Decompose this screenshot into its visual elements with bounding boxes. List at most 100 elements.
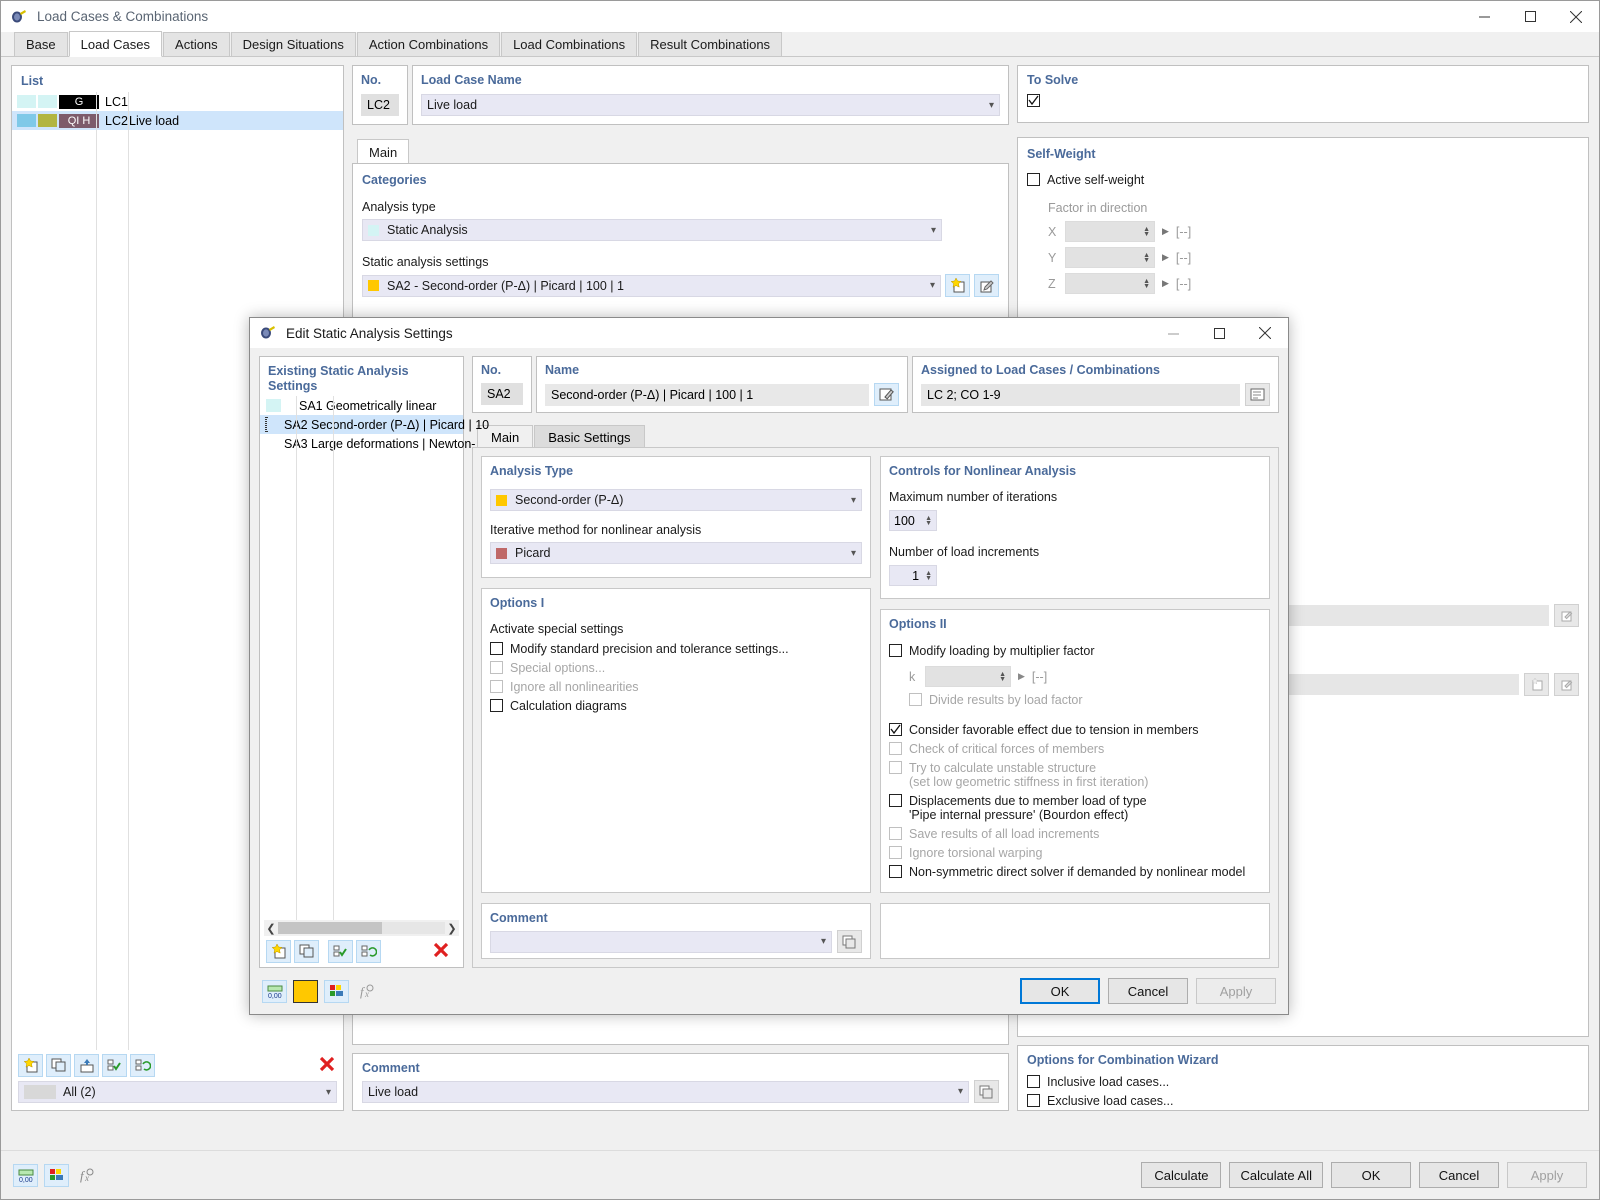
self-weight-x-input[interactable]: ▲▼ <box>1065 221 1155 242</box>
comment-combo[interactable]: Live load ▾ <box>362 1081 969 1103</box>
list-item-swatch <box>266 399 281 412</box>
calculate-all-button[interactable]: Calculate All <box>1229 1162 1323 1188</box>
comment-library-icon[interactable] <box>837 930 862 953</box>
self-weight-y-input[interactable]: ▲▼ <box>1065 247 1155 268</box>
list-item[interactable]: SA3 Large deformations | Newton- <box>260 434 463 453</box>
refresh-selection-icon[interactable] <box>356 940 381 963</box>
calculation-diagrams-checkbox[interactable] <box>490 699 503 712</box>
tab-load-combinations[interactable]: Load Combinations <box>501 32 637 56</box>
rename-setting-icon[interactable] <box>874 383 899 406</box>
delete-setting-icon[interactable] <box>431 940 451 963</box>
setting-name-panel: Name Second-order (P-Δ) | Picard | 100 |… <box>536 356 908 413</box>
k-label: k <box>909 670 918 684</box>
static-settings-swatch <box>368 280 379 291</box>
k-input: ▲▼ <box>925 666 1011 687</box>
tab-base[interactable]: Base <box>14 32 68 56</box>
list-filter-combo[interactable]: All (2) ▾ <box>18 1081 337 1103</box>
tab-result-combinations[interactable]: Result Combinations <box>638 32 782 56</box>
tab-action-combinations[interactable]: Action Combinations <box>357 32 500 56</box>
copy-setting-icon[interactable] <box>294 940 319 963</box>
refresh-selection-icon[interactable] <box>130 1054 155 1077</box>
existing-settings-list[interactable]: SA1 Geometrically linear SA2 Second-orde… <box>260 396 463 920</box>
obscured-edit-icon-2[interactable] <box>1554 673 1579 696</box>
option-row[interactable]: Modify standard precision and tolerance … <box>490 642 862 656</box>
obscured-new-icon-2[interactable] <box>1524 673 1549 696</box>
k-unit: [--] <box>1032 670 1047 684</box>
tab-design-situations[interactable]: Design Situations <box>231 32 356 56</box>
list-item[interactable]: SA2 Second-order (P-Δ) | Picard | 10 <box>260 415 463 434</box>
tab-main[interactable]: Main <box>357 139 409 165</box>
load-case-name-combo[interactable]: Live load ▾ <box>421 94 1000 116</box>
iterative-method-combo[interactable]: Picard ▾ <box>490 542 862 564</box>
self-weight-z-input[interactable]: ▲▼ <box>1065 273 1155 294</box>
new-static-settings-icon[interactable] <box>945 274 970 297</box>
obscured-edit-icon-1[interactable] <box>1554 604 1579 627</box>
combination-wizard-title: Options for Combination Wizard <box>1027 1053 1579 1067</box>
new-load-case-icon[interactable] <box>18 1054 43 1077</box>
delete-load-case-icon[interactable] <box>317 1054 337 1077</box>
formula-icon[interactable]: fx <box>75 1164 100 1187</box>
cancel-button[interactable]: Cancel <box>1419 1162 1499 1188</box>
select-all-icon[interactable] <box>102 1054 127 1077</box>
option-row[interactable]: Modify loading by multiplier factor <box>889 644 1261 658</box>
svg-text:x: x <box>84 1173 89 1183</box>
max-iterations-input[interactable]: 100 ▲▼ <box>889 510 937 531</box>
non-symmetric-solver-checkbox[interactable] <box>889 865 902 878</box>
dialog-ok-button[interactable]: OK <box>1020 978 1100 1004</box>
calculate-button[interactable]: Calculate <box>1141 1162 1221 1188</box>
tab-actions[interactable]: Actions <box>163 32 230 56</box>
dialog-analysis-type-combo[interactable]: Second-order (P-Δ) ▾ <box>490 489 862 511</box>
import-load-case-icon[interactable] <box>74 1054 99 1077</box>
option-row[interactable]: Consider favorable effect due to tension… <box>889 723 1261 737</box>
scroll-left-icon[interactable]: ❮ <box>264 922 278 935</box>
chevron-down-icon: ▾ <box>326 1087 331 1098</box>
exclusive-load-cases-checkbox[interactable] <box>1027 1094 1040 1107</box>
option-row[interactable]: Displacements due to member load of type… <box>889 794 1261 822</box>
list-item[interactable]: SA1 Geometrically linear <box>260 396 463 415</box>
static-settings-label: Static analysis settings <box>362 255 999 269</box>
option-row[interactable]: Calculation diagrams <box>490 699 862 713</box>
dialog-tab-basic-settings[interactable]: Basic Settings <box>534 425 644 448</box>
scroll-right-icon[interactable]: ❯ <box>445 922 459 935</box>
load-increments-input[interactable]: 1 ▲▼ <box>889 565 937 586</box>
analysis-type-combo[interactable]: Static Analysis ▾ <box>362 219 942 241</box>
setting-name-value[interactable]: Second-order (P-Δ) | Picard | 100 | 1 <box>545 384 869 406</box>
inclusive-load-cases-checkbox[interactable] <box>1027 1075 1040 1088</box>
setting-no-label: No. <box>481 363 523 377</box>
new-setting-icon[interactable] <box>266 940 291 963</box>
ignore-torsional-warping-checkbox <box>889 846 902 859</box>
bourdon-effect-checkbox[interactable] <box>889 794 902 807</box>
units-icon[interactable]: 0,00 <box>262 980 287 1003</box>
modify-precision-checkbox[interactable] <box>490 642 503 655</box>
dialog-cancel-button[interactable]: Cancel <box>1108 978 1188 1004</box>
close-button[interactable] <box>1553 1 1599 32</box>
scrollbar-thumb[interactable] <box>278 922 382 934</box>
option-row[interactable]: Non-symmetric direct solver if demanded … <box>889 865 1261 879</box>
modify-loading-checkbox[interactable] <box>889 644 902 657</box>
display-properties-icon[interactable] <box>324 980 349 1003</box>
minimize-button[interactable] <box>1461 1 1507 32</box>
dialog-close-button[interactable] <box>1242 318 1288 349</box>
assigned-list-icon[interactable] <box>1245 383 1270 406</box>
list-item[interactable]: QI H LC2 Live load <box>12 111 343 130</box>
dialog-minimize-button[interactable] <box>1150 318 1196 349</box>
to-solve-checkbox[interactable] <box>1027 94 1040 107</box>
list-item[interactable]: G LC1 <box>12 92 343 111</box>
copy-load-case-icon[interactable] <box>46 1054 71 1077</box>
units-icon[interactable]: 0,00 <box>13 1164 38 1187</box>
ok-button[interactable]: OK <box>1331 1162 1411 1188</box>
horizontal-scrollbar[interactable]: ❮ ❯ <box>264 920 459 936</box>
static-settings-combo[interactable]: SA2 - Second-order (P-Δ) | Picard | 100 … <box>362 275 941 297</box>
active-self-weight-checkbox[interactable] <box>1027 173 1040 186</box>
formula-icon[interactable]: fx <box>355 980 380 1003</box>
consider-favorable-effect-checkbox[interactable] <box>889 723 902 736</box>
maximize-button[interactable] <box>1507 1 1553 32</box>
comment-library-icon[interactable] <box>974 1080 999 1103</box>
tab-load-cases[interactable]: Load Cases <box>69 31 162 57</box>
edit-static-settings-icon[interactable] <box>974 274 999 297</box>
color-swatch-button[interactable] <box>293 980 318 1003</box>
select-all-icon[interactable] <box>328 940 353 963</box>
dialog-maximize-button[interactable] <box>1196 318 1242 349</box>
display-properties-icon[interactable] <box>44 1164 69 1187</box>
dialog-comment-combo[interactable]: ▾ <box>490 931 832 953</box>
